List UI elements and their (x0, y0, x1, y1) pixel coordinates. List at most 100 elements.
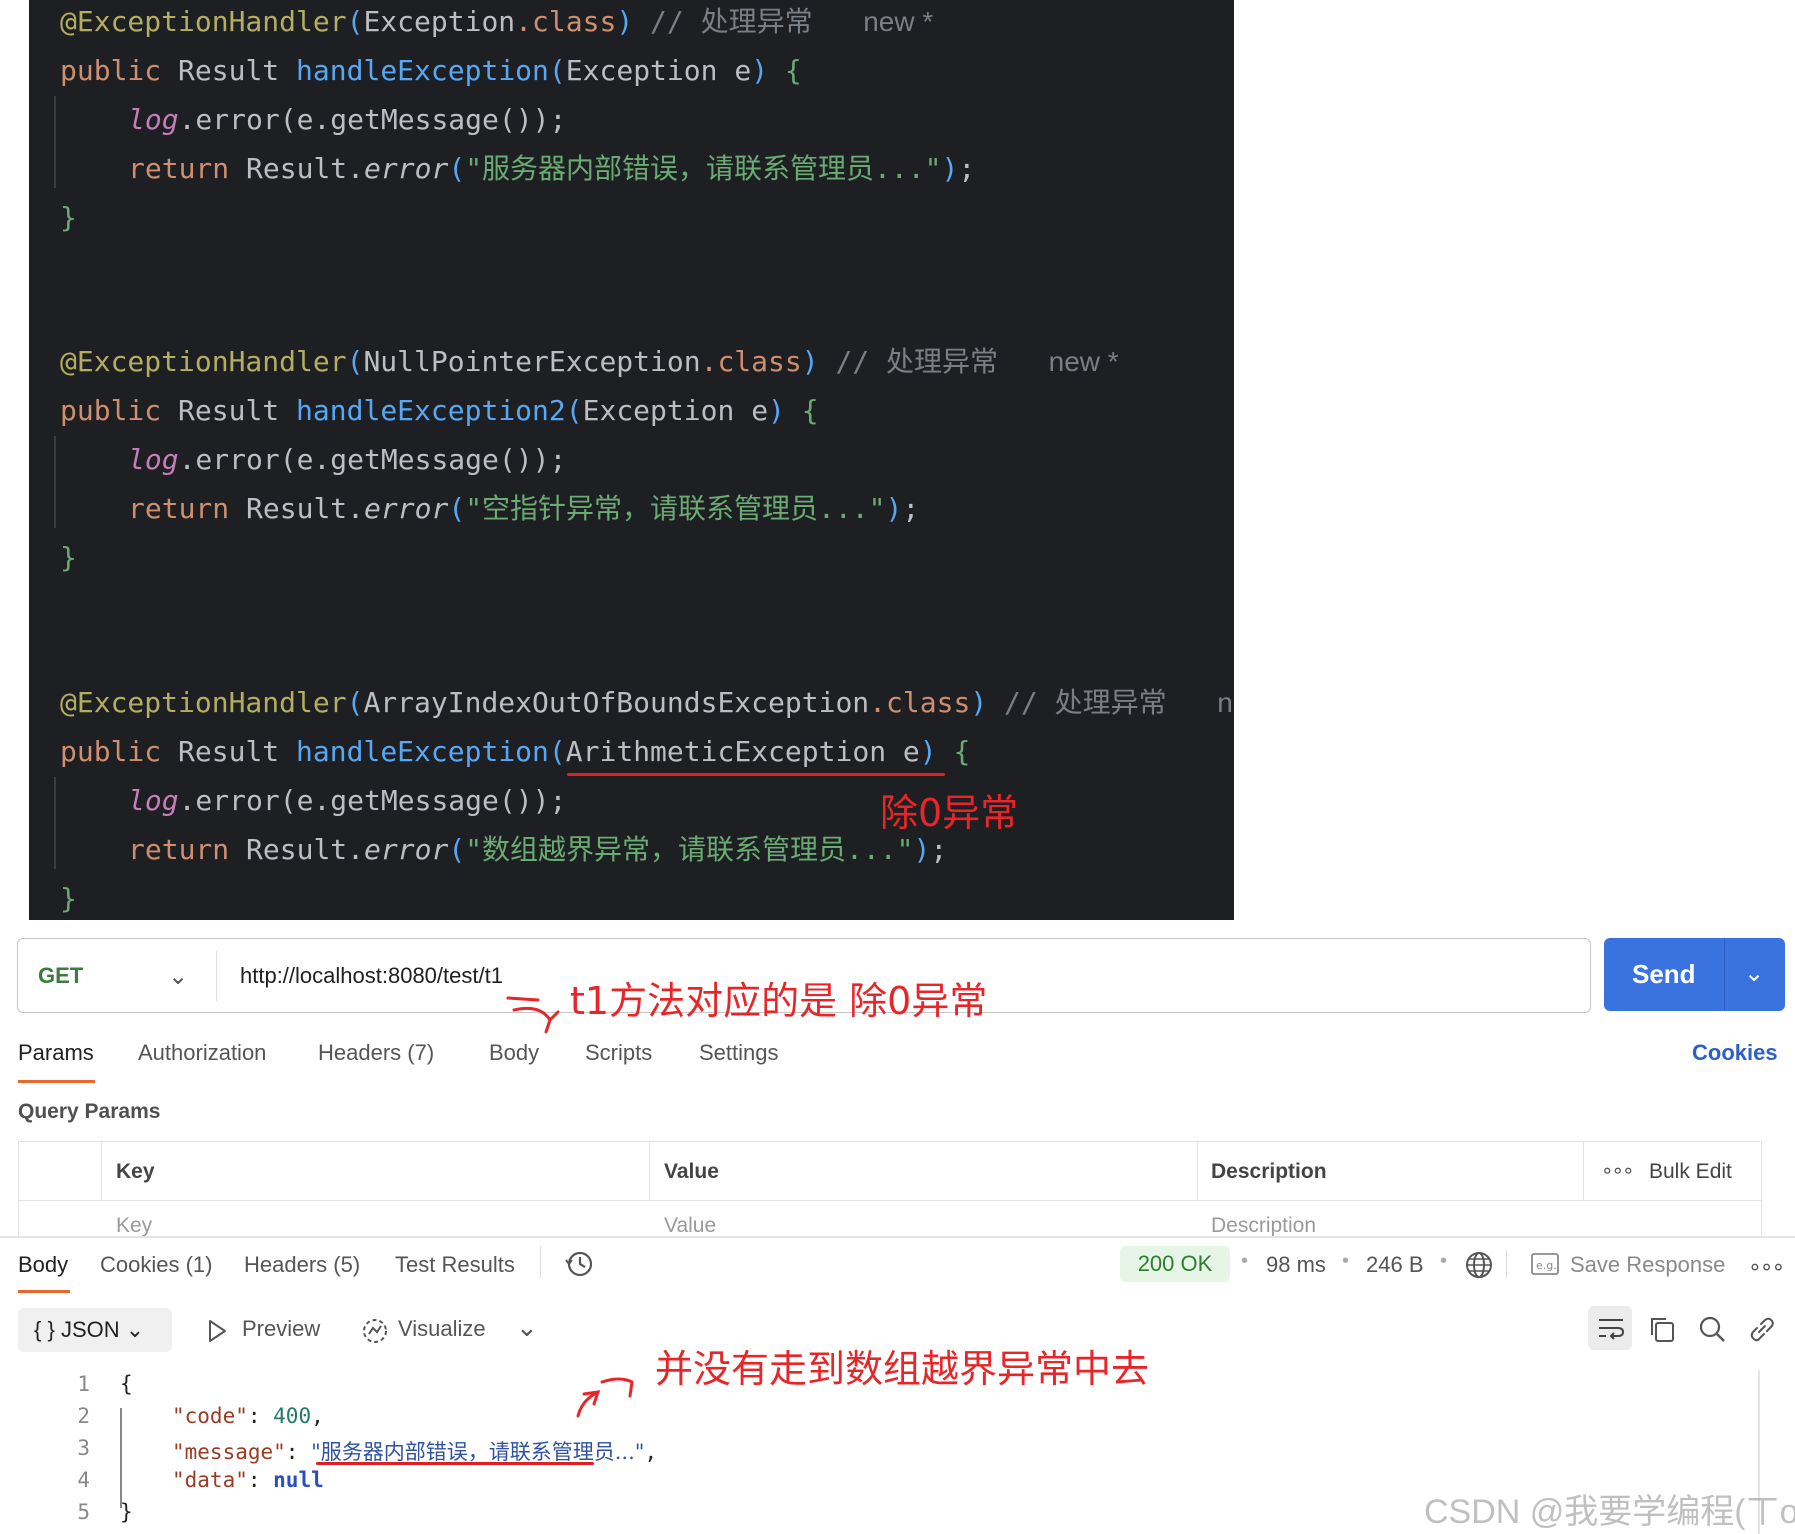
checkbox-column (19, 1142, 102, 1200)
query-params-table: Key Value Description ∘∘∘ Bulk Edit Key … (18, 1141, 1762, 1238)
tab-scripts[interactable]: Scripts (585, 1040, 652, 1066)
chevron-down-icon: ⌄ (125, 1317, 145, 1342)
indent-guide (54, 96, 56, 188)
method-select[interactable]: GET (38, 939, 83, 1012)
example-icon: e.g. (1531, 1253, 1559, 1275)
indent-guide (120, 1408, 122, 1508)
braces-icon: { } (34, 1317, 55, 1342)
line-number: 1 (77, 1372, 90, 1396)
globe-icon[interactable] (1463, 1249, 1495, 1281)
chevron-down-icon[interactable]: ⌄ (516, 1312, 538, 1343)
row-divider (19, 1200, 1761, 1201)
format-select[interactable]: { } JSON ⌄ (18, 1308, 172, 1352)
watermark: CSDN @我要学编程(ㄒoㄒ) (1424, 1493, 1795, 1531)
code-line-9: return Result.error("空指针异常，请联系管理员..."); (128, 492, 920, 525)
code-line-13: log.error(e.getMessage()); (128, 784, 567, 817)
column-header-key: Key (116, 1160, 155, 1183)
json-line-2: "code": 400, (172, 1404, 324, 1428)
response-divider[interactable] (0, 1236, 1795, 1238)
code-line-1: @ExceptionHandler(Exception.class) // 处理… (60, 5, 934, 38)
annotation-div-zero: 除0异常 (880, 791, 1019, 835)
code-line-5: } (60, 201, 77, 234)
format-label: JSON (60, 1317, 120, 1342)
line-number: 2 (77, 1404, 90, 1428)
active-tab-indicator (18, 1290, 70, 1293)
value-input[interactable]: Value (664, 1214, 716, 1238)
red-underline-message (316, 1462, 594, 1465)
separator-dot: • (1241, 1250, 1249, 1272)
tab-settings[interactable]: Settings (699, 1040, 779, 1066)
response-time[interactable]: 98 ms (1266, 1252, 1326, 1278)
play-icon[interactable] (205, 1318, 229, 1344)
line-number: 3 (77, 1436, 90, 1460)
response-tab-headers[interactable]: Headers (5) (244, 1252, 360, 1278)
key-column (101, 1142, 650, 1200)
key-input[interactable]: Key (116, 1214, 152, 1238)
annotation-t1-note: t1方法对应的是 除0异常 (570, 979, 988, 1023)
column-header-description: Description (1211, 1160, 1327, 1183)
red-arrow-icon (506, 996, 560, 1034)
red-underline-param (567, 773, 945, 776)
indent-guide (54, 777, 56, 869)
line-number: 5 (77, 1500, 90, 1524)
annotation-not-reached: 并没有走到数组越界异常中去 (655, 1347, 1150, 1391)
code-line-10: } (60, 541, 77, 574)
history-icon[interactable] (563, 1248, 595, 1280)
code-line-3: log.error(e.getMessage()); (128, 103, 567, 136)
code-line-11: @ExceptionHandler(ArrayIndexOutOfBoundsE… (60, 686, 1234, 719)
divider (540, 1246, 541, 1278)
indent-guide (54, 436, 56, 528)
svg-text:e.g.: e.g. (1536, 1259, 1557, 1272)
code-line-12: public Result handleException(Arithmetic… (60, 735, 971, 768)
code-line-2: public Result handleException(Exception … (60, 54, 802, 87)
code-line-7: public Result handleException2(Exception… (60, 394, 819, 427)
bulk-edit-button[interactable]: Bulk Edit (1649, 1160, 1732, 1184)
code-editor-panel: @ExceptionHandler(Exception.class) // 处理… (29, 0, 1234, 920)
red-arrow-icon (576, 1377, 634, 1418)
visualize-button[interactable]: Visualize (398, 1316, 486, 1342)
separator-dot: • (1342, 1250, 1350, 1272)
response-tab-test-results[interactable]: Test Results (395, 1252, 515, 1278)
search-icon[interactable] (1697, 1314, 1727, 1344)
status-badge[interactable]: 200 OK (1120, 1246, 1230, 1282)
send-button-label: Send (1632, 959, 1696, 989)
link-icon[interactable] (1747, 1314, 1777, 1344)
query-params-title: Query Params (18, 1100, 161, 1123)
divider (1724, 938, 1725, 1011)
value-column (649, 1142, 1198, 1200)
code-line-15: } (60, 882, 77, 915)
code-line-4: return Result.error("服务器内部错误，请联系管理员...")… (128, 152, 976, 185)
description-input[interactable]: Description (1211, 1214, 1316, 1238)
send-button[interactable]: Send ⌄ (1604, 938, 1785, 1011)
line-number: 4 (77, 1468, 90, 1492)
wrap-lines-icon[interactable] (1596, 1314, 1626, 1342)
active-tab-indicator (18, 1080, 95, 1083)
copy-icon[interactable] (1647, 1314, 1677, 1344)
cookies-link[interactable]: Cookies (1692, 1040, 1778, 1066)
tab-params[interactable]: Params (18, 1040, 94, 1066)
code-line-14: return Result.error("数组越界异常，请联系管理员..."); (128, 833, 948, 866)
visualize-icon[interactable] (360, 1316, 390, 1346)
divider (216, 951, 217, 1001)
response-size[interactable]: 246 B (1366, 1252, 1424, 1278)
code-line-8: log.error(e.getMessage()); (128, 443, 567, 476)
response-tab-body[interactable]: Body (18, 1252, 68, 1278)
json-line-5: } (120, 1500, 133, 1524)
tab-body[interactable]: Body (489, 1040, 539, 1066)
code-line-6: @ExceptionHandler(NullPointerException.c… (60, 345, 1119, 378)
save-response-button[interactable]: Save Response (1570, 1252, 1725, 1278)
chevron-down-icon[interactable]: ⌄ (1744, 959, 1764, 988)
json-line-1: { (120, 1372, 133, 1396)
response-tab-cookies[interactable]: Cookies (1) (100, 1252, 212, 1278)
chevron-down-icon[interactable]: ⌄ (168, 962, 188, 991)
more-options-icon[interactable]: ∘∘∘ (1601, 1158, 1635, 1183)
tab-headers[interactable]: Headers (7) (318, 1040, 434, 1066)
separator-dot: • (1440, 1250, 1448, 1272)
tab-authorization[interactable]: Authorization (138, 1040, 266, 1066)
url-input[interactable]: http://localhost:8080/test/t1 (240, 939, 503, 1012)
json-line-4: "data": null (172, 1468, 324, 1492)
divider (1506, 1250, 1507, 1278)
more-options-icon[interactable]: ∘∘∘ (1748, 1254, 1785, 1280)
preview-button[interactable]: Preview (242, 1316, 320, 1342)
column-header-value: Value (664, 1160, 719, 1183)
